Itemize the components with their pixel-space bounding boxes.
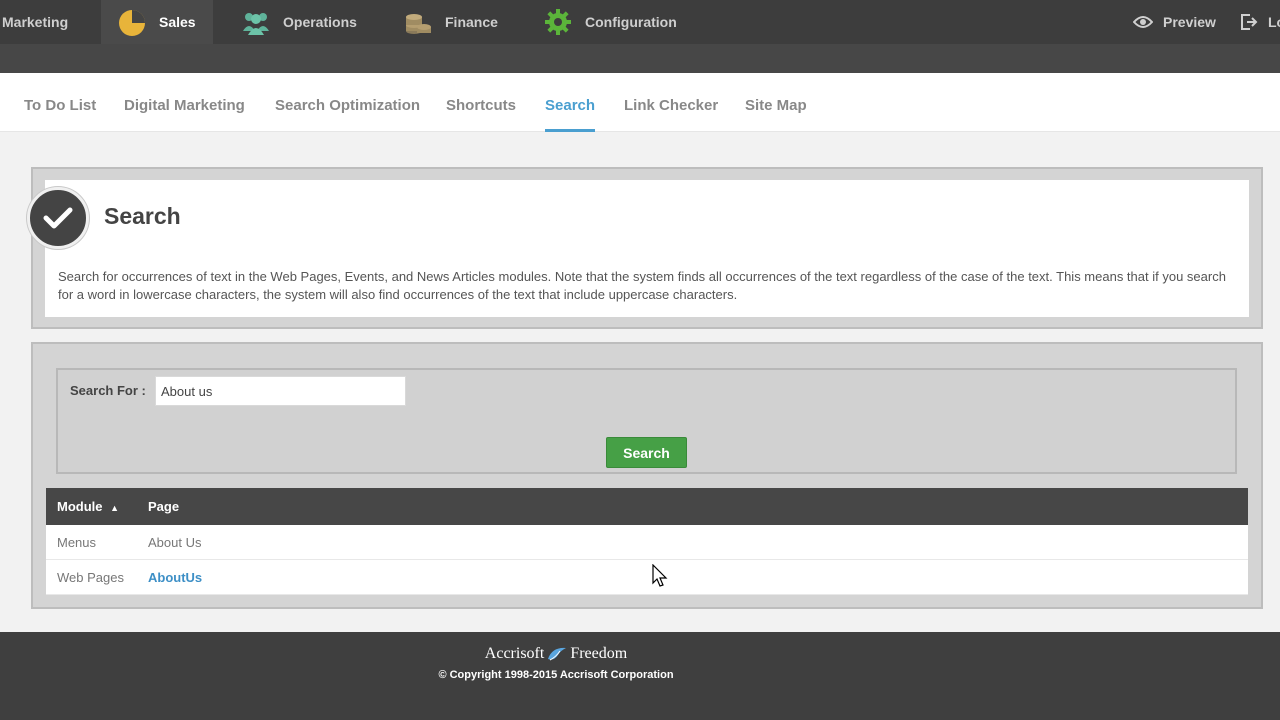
- eye-icon: [1133, 16, 1153, 28]
- search-for-label: Search For :: [70, 383, 146, 398]
- mouse-cursor-icon: [652, 564, 668, 587]
- nav-operations-label: Operations: [283, 14, 357, 30]
- table-row: Menus About Us: [46, 525, 1248, 560]
- top-navigation-strip: [0, 44, 1280, 73]
- nav-configuration-label: Configuration: [585, 14, 677, 30]
- logout-button[interactable]: Log: [1240, 0, 1280, 44]
- row-page-link[interactable]: AboutUs: [148, 560, 202, 595]
- footer-brand-left: Accrisoft: [484, 645, 545, 662]
- footer-copyright: © Copyright 1998-2015 Accrisoft Corporat…: [438, 669, 674, 681]
- column-header-page[interactable]: Page: [148, 488, 179, 525]
- table-row: Web Pages AboutUs: [46, 560, 1248, 595]
- tab-search-optimization[interactable]: Search Optimization: [275, 73, 420, 132]
- sort-ascending-icon: ▲: [110, 503, 120, 513]
- column-module-label: Module: [57, 499, 103, 514]
- row-module: Web Pages: [57, 570, 124, 585]
- tab-site-map[interactable]: Site Map: [745, 73, 807, 132]
- footer-brand-right: Freedom: [570, 645, 628, 662]
- nav-configuration[interactable]: Configuration: [543, 0, 693, 44]
- tab-digital-marketing[interactable]: Digital Marketing: [124, 73, 245, 132]
- results-table-header: Module ▲ Page: [46, 488, 1248, 525]
- column-header-module[interactable]: Module ▲: [57, 488, 119, 525]
- preview-button[interactable]: Preview: [1133, 0, 1216, 44]
- coins-icon: [403, 7, 433, 37]
- tab-shortcuts[interactable]: Shortcuts: [446, 73, 516, 132]
- row-page: About Us: [148, 535, 202, 550]
- row-module: Menus: [57, 535, 97, 550]
- info-panel: [31, 167, 1263, 329]
- search-input[interactable]: [155, 376, 406, 406]
- people-icon: [241, 7, 271, 37]
- nav-marketing-label: Marketing: [2, 14, 69, 30]
- checkmark-icon: [27, 187, 89, 249]
- tab-link-checker[interactable]: Link Checker: [624, 73, 718, 132]
- page-description: Search for occurrences of text in the We…: [58, 269, 1226, 302]
- nav-operations[interactable]: Operations: [241, 0, 371, 44]
- logout-icon: [1241, 14, 1258, 30]
- tab-to-do-list[interactable]: To Do List: [24, 73, 96, 132]
- search-button[interactable]: Search: [606, 437, 687, 468]
- tab-search[interactable]: Search: [545, 73, 596, 132]
- nav-finance-label: Finance: [445, 14, 498, 30]
- pie-chart-icon: [117, 7, 147, 37]
- nav-marketing[interactable]: Marketing: [0, 0, 100, 44]
- page-title: Search: [104, 203, 181, 229]
- preview-label: Preview: [1163, 14, 1216, 30]
- gear-icon: [543, 7, 573, 37]
- nav-sales[interactable]: Sales: [101, 0, 213, 44]
- freedom-logo-icon: [548, 647, 567, 661]
- nav-sales-label: Sales: [159, 14, 196, 30]
- nav-finance[interactable]: Finance: [403, 0, 513, 44]
- footer-logo: Accrisoft Freedom: [0, 645, 1112, 663]
- logout-label: Log: [1268, 14, 1280, 30]
